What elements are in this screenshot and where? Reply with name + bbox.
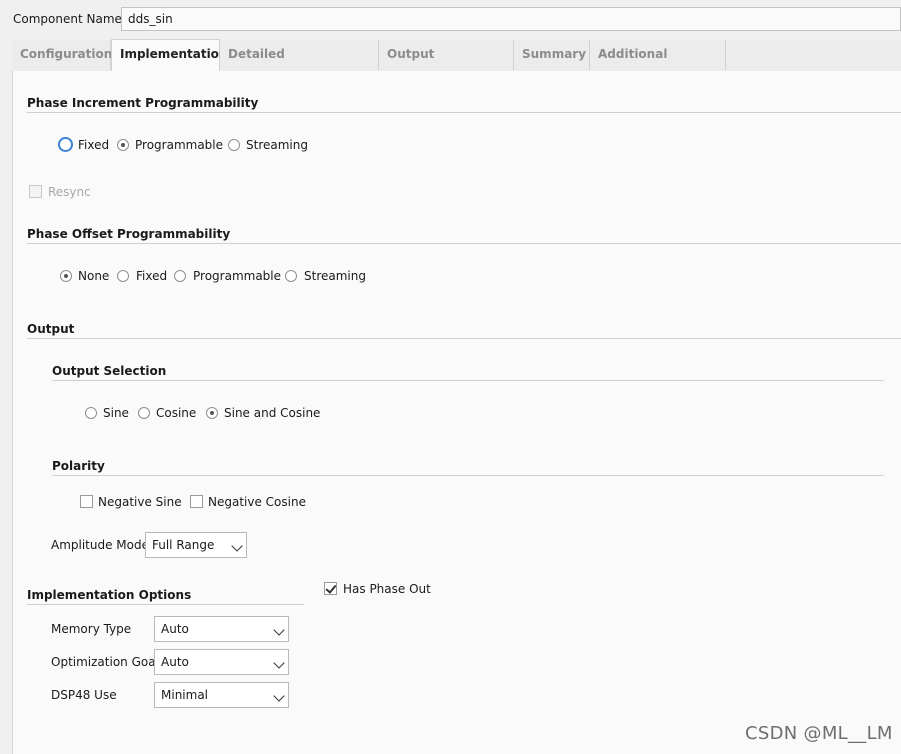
phase-offset-fixed-label: Fixed xyxy=(136,269,168,283)
amplitude-mode-select[interactable]: Full Range xyxy=(145,532,247,558)
tab-output-frequencies[interactable]: Output Frequencies xyxy=(379,40,514,89)
output-cosine-label: Cosine xyxy=(156,406,197,420)
phase-increment-programmable-radio[interactable] xyxy=(117,139,129,151)
component-name-label: Component Name xyxy=(13,12,122,26)
chevron-down-icon xyxy=(273,657,285,669)
output-sine-and-cosine-label: Sine and Cosine xyxy=(224,406,321,420)
output-divider xyxy=(27,338,901,339)
watermark: CSDN @ML__LM xyxy=(745,723,893,744)
optimization-goal-value: Auto xyxy=(161,655,189,669)
amplitude-mode-value: Full Range xyxy=(152,538,215,552)
chevron-down-icon xyxy=(231,540,243,552)
resync-label: Resync xyxy=(48,185,91,199)
chevron-down-icon xyxy=(273,690,285,702)
phase-offset-fixed-radio[interactable] xyxy=(117,270,129,282)
memory-type-select[interactable]: Auto xyxy=(154,616,289,642)
dsp48-use-label: DSP48 Use xyxy=(51,688,117,702)
has-phase-out-checkbox[interactable] xyxy=(324,582,337,595)
output-sine-label: Sine xyxy=(103,406,129,420)
phase-offset-title: Phase Offset Programmability xyxy=(27,227,231,241)
dsp48-use-select[interactable]: Minimal xyxy=(154,682,289,708)
tab-detailed-implementation[interactable]: Detailed Implementation xyxy=(220,40,379,89)
tab-configuration[interactable]: Configuration xyxy=(12,40,112,70)
phase-offset-programmable-radio[interactable] xyxy=(174,270,186,282)
implementation-options-title: Implementation Options xyxy=(27,588,192,602)
phase-increment-streaming-radio[interactable] xyxy=(228,139,240,151)
output-selection-divider xyxy=(52,380,884,381)
phase-increment-divider xyxy=(27,112,901,113)
component-name-input[interactable] xyxy=(121,7,901,31)
phase-offset-divider xyxy=(27,243,901,244)
phase-increment-fixed-label: Fixed xyxy=(78,138,110,152)
output-sine-radio[interactable] xyxy=(85,407,97,419)
memory-type-value: Auto xyxy=(161,622,189,636)
negative-sine-label: Negative Sine xyxy=(98,495,182,509)
amplitude-mode-label: Amplitude Mode xyxy=(51,538,150,552)
output-cosine-radio[interactable] xyxy=(138,407,150,419)
chevron-down-icon xyxy=(273,624,285,636)
tab-summary[interactable]: Summary xyxy=(514,40,590,70)
phase-offset-streaming-radio[interactable] xyxy=(285,270,297,282)
tab-additional-summary[interactable]: Additional Summary xyxy=(590,40,726,89)
phase-increment-fixed-radio[interactable] xyxy=(58,137,73,152)
memory-type-label: Memory Type xyxy=(51,622,132,636)
negative-cosine-checkbox[interactable] xyxy=(190,495,203,508)
negative-cosine-label: Negative Cosine xyxy=(208,495,306,509)
phase-increment-streaming-label: Streaming xyxy=(246,138,308,152)
phase-increment-programmable-label: Programmable xyxy=(135,138,224,152)
phase-offset-streaming-label: Streaming xyxy=(304,269,366,283)
output-sine-and-cosine-radio[interactable] xyxy=(206,407,218,419)
polarity-title: Polarity xyxy=(52,459,105,473)
phase-offset-programmable-label: Programmable xyxy=(193,269,282,283)
output-selection-title: Output Selection xyxy=(52,364,167,378)
output-title: Output xyxy=(27,322,75,336)
phase-increment-title: Phase Increment Programmability xyxy=(27,96,259,110)
dsp48-use-value: Minimal xyxy=(161,688,209,702)
phase-offset-none-radio[interactable] xyxy=(60,270,72,282)
resync-checkbox xyxy=(29,185,42,198)
phase-offset-none-label: None xyxy=(78,269,110,283)
polarity-divider xyxy=(52,475,884,476)
tab-bar: Configuration Implementation Detailed Im… xyxy=(12,39,901,89)
negative-sine-checkbox[interactable] xyxy=(80,495,93,508)
optimization-goal-select[interactable]: Auto xyxy=(154,649,289,675)
tab-implementation[interactable]: Implementation xyxy=(111,39,227,71)
has-phase-out-label: Has Phase Out xyxy=(343,582,431,596)
implementation-options-divider xyxy=(27,604,304,605)
optimization-goal-label: Optimization Goal xyxy=(51,655,159,669)
